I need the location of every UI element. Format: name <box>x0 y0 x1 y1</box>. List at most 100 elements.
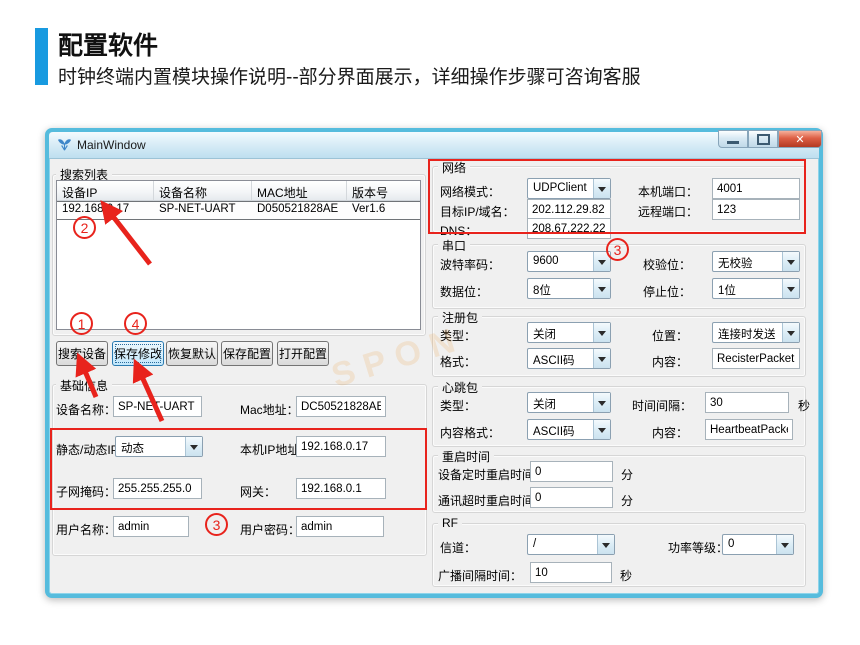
close-button[interactable]: ✕ <box>778 130 822 148</box>
data-bits-label: 数据位： <box>440 283 488 300</box>
column-header-device-ip[interactable]: 设备IP <box>57 181 154 201</box>
broadcast-interval-label: 广播间隔时间： <box>438 567 522 584</box>
minimize-icon <box>727 141 739 144</box>
power-level-select[interactable]: 0 <box>722 534 794 555</box>
local-port-label: 本机端口： <box>638 183 698 200</box>
baud-select[interactable]: 9600 <box>527 251 611 272</box>
page: 配置软件 时钟终端内置模块操作说明--部分界面展示，详细操作步骤可咨询客服 Ma… <box>0 0 860 645</box>
register-type-select[interactable]: 关闭 <box>527 322 611 343</box>
parity-label: 校验位： <box>643 256 691 273</box>
timed-restart-field[interactable] <box>530 461 613 482</box>
restore-default-button[interactable]: 恢复默认 <box>166 341 218 366</box>
ip-mode-value: 动态 <box>116 437 185 456</box>
data-bits-value: 8位 <box>528 279 593 298</box>
password-label: 用户密码： <box>240 521 300 538</box>
timed-restart-unit: 分 <box>621 466 633 483</box>
heartbeat-type-value: 关闭 <box>528 393 593 412</box>
mac-field[interactable] <box>296 396 386 417</box>
timeout-restart-unit: 分 <box>621 492 633 509</box>
channel-value: / <box>528 535 597 554</box>
dns-field[interactable] <box>527 218 611 239</box>
heartbeat-format-label: 内容格式： <box>440 424 500 441</box>
channel-select[interactable]: / <box>527 534 615 555</box>
accent-bar <box>35 28 48 85</box>
broadcast-interval-field[interactable] <box>530 562 612 583</box>
save-config-button[interactable]: 保存配置 <box>221 341 273 366</box>
heartbeat-type-select[interactable]: 关闭 <box>527 392 611 413</box>
chevron-down-icon[interactable] <box>593 393 610 412</box>
chevron-down-icon[interactable] <box>782 279 799 298</box>
heartbeat-format-select[interactable]: ASCII码 <box>527 419 611 440</box>
column-header-device-name[interactable]: 设备名称 <box>154 181 252 201</box>
interval-label: 时间间隔： <box>632 397 692 414</box>
register-title: 注册包 <box>438 309 482 326</box>
interval-unit: 秒 <box>798 397 810 414</box>
network-mode-value: UDPClient <box>528 179 593 198</box>
local-ip-field[interactable] <box>296 436 386 457</box>
password-field[interactable] <box>296 516 384 537</box>
open-config-button[interactable]: 打开配置 <box>277 341 329 366</box>
target-ip-field[interactable] <box>527 199 611 220</box>
baud-label: 波特率码： <box>440 256 500 273</box>
heartbeat-content-label: 内容： <box>652 424 688 441</box>
rf-title: RF <box>438 516 462 530</box>
local-port-field[interactable] <box>712 178 800 199</box>
username-field[interactable] <box>113 516 189 537</box>
subnet-field[interactable] <box>113 478 202 499</box>
data-bits-select[interactable]: 8位 <box>527 278 611 299</box>
cell-device-name[interactable]: SP-NET-UART <box>154 201 252 218</box>
register-format-value: ASCII码 <box>528 349 593 368</box>
heartbeat-content-field[interactable] <box>705 419 793 440</box>
timeout-restart-field[interactable] <box>530 487 613 508</box>
chevron-down-icon[interactable] <box>593 349 610 368</box>
register-position-value: 连接时发送 <box>713 323 782 342</box>
register-format-select[interactable]: ASCII码 <box>527 348 611 369</box>
stop-bits-select[interactable]: 1位 <box>712 278 800 299</box>
parity-value: 无校验 <box>713 252 782 271</box>
chevron-down-icon[interactable] <box>782 252 799 271</box>
chevron-down-icon[interactable] <box>776 535 793 554</box>
username-label: 用户名称： <box>56 521 116 538</box>
cell-mac[interactable]: D050521828AE <box>252 201 347 218</box>
save-changes-button[interactable]: 保存修改 <box>112 341 164 366</box>
device-name-field[interactable] <box>113 396 202 417</box>
heartbeat-format-value: ASCII码 <box>528 420 593 439</box>
gateway-field[interactable] <box>296 478 386 499</box>
register-content-field[interactable] <box>712 348 800 369</box>
ip-mode-select[interactable]: 动态 <box>115 436 203 457</box>
column-header-version[interactable]: 版本号 <box>347 181 420 201</box>
basic-info-title: 基础信息 <box>56 377 112 394</box>
chevron-down-icon[interactable] <box>185 437 202 456</box>
cell-version[interactable]: Ver1.6 <box>347 201 420 218</box>
column-header-mac[interactable]: MAC地址 <box>252 181 347 201</box>
subnet-label: 子网掩码： <box>56 483 116 500</box>
maximize-button[interactable] <box>748 130 778 148</box>
broadcast-interval-unit: 秒 <box>620 567 632 584</box>
page-subtitle: 时钟终端内置模块操作说明--部分界面展示，详细操作步骤可咨询客服 <box>58 62 641 89</box>
remote-port-field[interactable] <box>712 199 800 220</box>
chevron-down-icon[interactable] <box>593 279 610 298</box>
chevron-down-icon[interactable] <box>593 420 610 439</box>
register-position-select[interactable]: 连接时发送 <box>712 322 800 343</box>
chevron-down-icon[interactable] <box>593 323 610 342</box>
search-device-button[interactable]: 搜索设备 <box>56 341 108 366</box>
chevron-down-icon[interactable] <box>593 179 610 198</box>
page-title: 配置软件 <box>58 26 158 62</box>
remote-port-label: 远程端口： <box>638 203 698 220</box>
chevron-down-icon[interactable] <box>782 323 799 342</box>
heartbeat-title: 心跳包 <box>438 379 482 396</box>
chevron-down-icon[interactable] <box>597 535 614 554</box>
register-type-value: 关闭 <box>528 323 593 342</box>
network-mode-select[interactable]: UDPClient <box>527 178 611 199</box>
maximize-icon <box>757 134 770 145</box>
stop-bits-value: 1位 <box>713 279 782 298</box>
minimize-button[interactable] <box>718 130 748 148</box>
parity-select[interactable]: 无校验 <box>712 251 800 272</box>
baud-value: 9600 <box>528 252 593 271</box>
interval-field[interactable] <box>705 392 789 413</box>
cell-device-ip[interactable]: 192.168.0.17 <box>57 201 154 218</box>
device-table: 设备IP 设备名称 MAC地址 版本号 192.168.0.17 SP-NET-… <box>56 180 421 330</box>
chevron-down-icon[interactable] <box>593 252 610 271</box>
window-titlebar[interactable] <box>49 132 819 159</box>
target-ip-label: 目标IP/域名： <box>440 203 515 220</box>
